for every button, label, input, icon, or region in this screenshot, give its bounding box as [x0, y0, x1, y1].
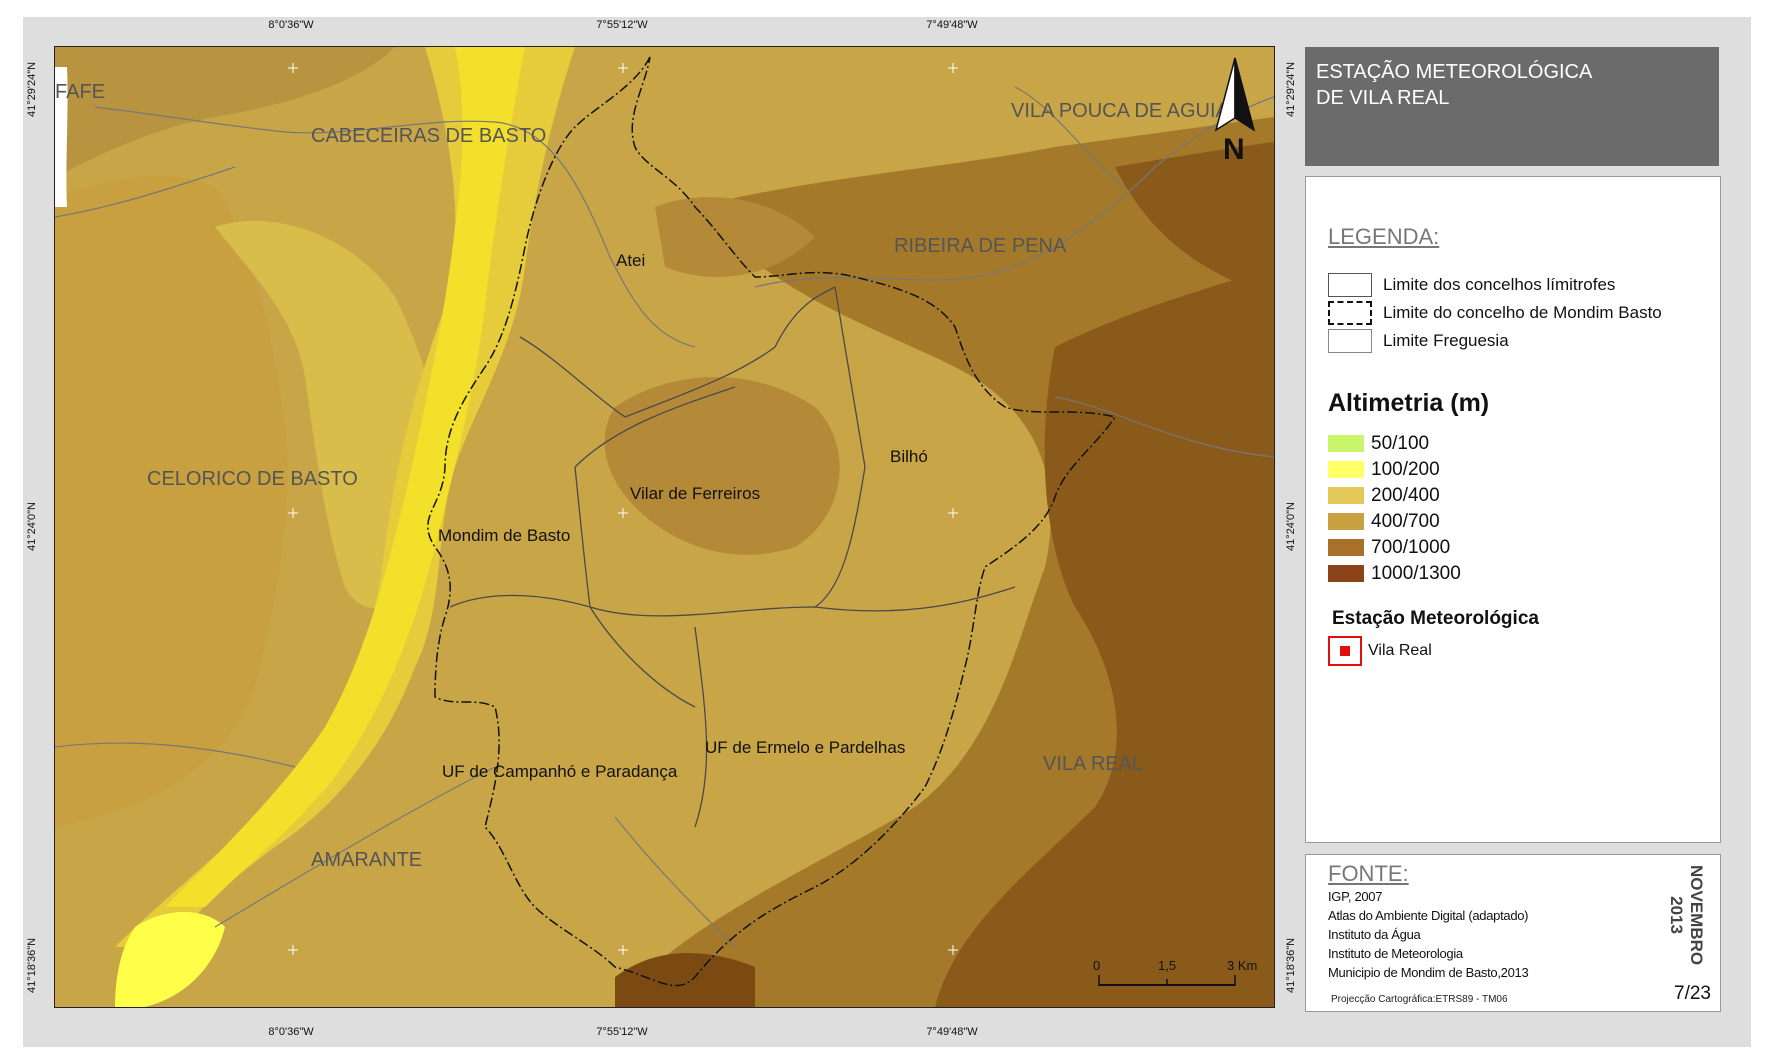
coord-left-1: 41°29'24"N — [26, 61, 38, 117]
station-legend-label: Vila Real — [1368, 642, 1432, 659]
label-amarante: AMARANTE — [311, 849, 423, 871]
legend-label-concelhos: Limite dos concelhos límitrofes — [1383, 275, 1616, 294]
label-vilar-de-ferreiros: Vilar de Ferreiros — [630, 484, 761, 503]
scale-zero: 0 — [1093, 958, 1101, 973]
coord-left-2: 41°24'0"N — [26, 502, 38, 551]
label-ribeira-de-pena: RIBEIRA DE PENA — [894, 235, 1067, 257]
elevation-map — [55, 47, 1274, 1007]
station-legend-title: Estação Meteorológica — [1332, 608, 1539, 629]
coord-right-3: 41°18'36"N — [1285, 937, 1297, 993]
source-line: IGP, 2007 — [1328, 889, 1383, 904]
scale-bar — [1098, 975, 1236, 986]
source-line: Instituto de Meteorologia — [1328, 946, 1463, 961]
source-line: Instituto da Água — [1328, 927, 1421, 942]
label-celorico-de-basto: CELORICO DE BASTO — [147, 468, 358, 490]
label-uf-campanho-paradanca: UF de Campanhó e Paradança — [442, 762, 678, 781]
label-vila-pouca-de-aguiar: VILA POUCA DE AGUIAR — [1011, 100, 1244, 122]
date-month: NOVEMBRO — [1687, 865, 1706, 966]
altimetry-label: 100/200 — [1371, 459, 1440, 480]
north-arrow-icon — [1214, 57, 1256, 132]
scale-mid: 1,5 — [1158, 958, 1177, 973]
coord-right-2: 41°24'0"N — [1285, 502, 1297, 551]
north-label: N — [1223, 133, 1245, 166]
altimetry-swatch — [1328, 513, 1364, 530]
legend-label-freguesia: Limite Freguesia — [1383, 331, 1509, 350]
coord-bottom-3: 7°49'48"W — [926, 1026, 978, 1038]
coord-top-3: 7°49'48"W — [926, 19, 978, 31]
altimetry-swatch — [1328, 487, 1364, 504]
altimetry-swatch — [1328, 461, 1364, 478]
scale-end: 3 Km — [1227, 958, 1258, 973]
title-line-2: DE VILA REAL — [1316, 87, 1450, 109]
altimetry-label: 1000/1300 — [1371, 563, 1461, 584]
coord-top-1: 8°0'36"W — [268, 19, 314, 31]
source-box: FONTE: IGP, 2007 Atlas do Ambiente Digit… — [1305, 854, 1721, 1012]
projection-note: Projecção Cartográfica:ETRS89 - TM06 — [1331, 994, 1508, 1005]
date-year: 2013 — [1667, 896, 1686, 934]
legend-box: LEGENDA: Limite dos concelhos límitrofes… — [1305, 176, 1721, 843]
altimetry-label: 200/400 — [1371, 485, 1440, 506]
source-line: Atlas do Ambiente Digital (adaptado) — [1328, 908, 1529, 923]
label-cabeceiras-de-basto: CABECEIRAS DE BASTO — [311, 125, 547, 147]
date-vertical: NOVEMBRO 2013 — [1666, 865, 1706, 965]
coord-top-2: 7°55'12"W — [596, 19, 648, 31]
title-line-1: ESTAÇÃO METEOROLÓGICA — [1316, 61, 1593, 83]
altimetry-label: 400/700 — [1371, 511, 1440, 532]
map-frame[interactable]: FAFE CABECEIRAS DE BASTO VILA POUCA DE A… — [54, 46, 1275, 1008]
title-box: ESTAÇÃO METEOROLÓGICA DE VILA REAL — [1305, 47, 1719, 166]
page-number: 7/23 — [1674, 983, 1711, 1004]
altimetry-label: 700/1000 — [1371, 537, 1451, 558]
coord-right-1: 41°29'24"N — [1285, 61, 1297, 117]
label-vila-real: VILA REAL — [1043, 753, 1144, 775]
label-bilho: Bilhó — [890, 447, 928, 466]
altimetry-swatch — [1328, 565, 1364, 582]
mondim-limit-symbol — [1328, 301, 1372, 325]
label-mondim-de-basto: Mondim de Basto — [438, 526, 571, 545]
coord-left-3: 41°18'36"N — [26, 937, 38, 993]
altimetry-label: 50/100 — [1371, 433, 1430, 454]
altimetry-swatch — [1328, 435, 1364, 452]
legend-label-mondim: Limite do concelho de Mondim Basto — [1383, 303, 1662, 322]
label-fafe: FAFE — [55, 81, 106, 103]
source-line: Municipio de Mondim de Basto,2013 — [1328, 965, 1529, 980]
coord-bottom-2: 7°55'12"W — [596, 1026, 648, 1038]
concelho-limit-symbol — [1328, 273, 1372, 297]
altimetry-swatch — [1328, 539, 1364, 556]
coord-bottom-1: 8°0'36"W — [268, 1026, 314, 1038]
source-title: FONTE: — [1328, 861, 1409, 886]
altimetry-title: Altimetria (m) — [1328, 389, 1490, 417]
label-uf-ermelo-pardelhas: UF de Ermelo e Pardelhas — [705, 738, 906, 757]
legend-title: LEGENDA: — [1328, 224, 1440, 249]
label-atei: Atei — [616, 251, 646, 270]
freguesia-limit-symbol — [1328, 329, 1372, 353]
station-symbol-icon — [1328, 636, 1362, 666]
